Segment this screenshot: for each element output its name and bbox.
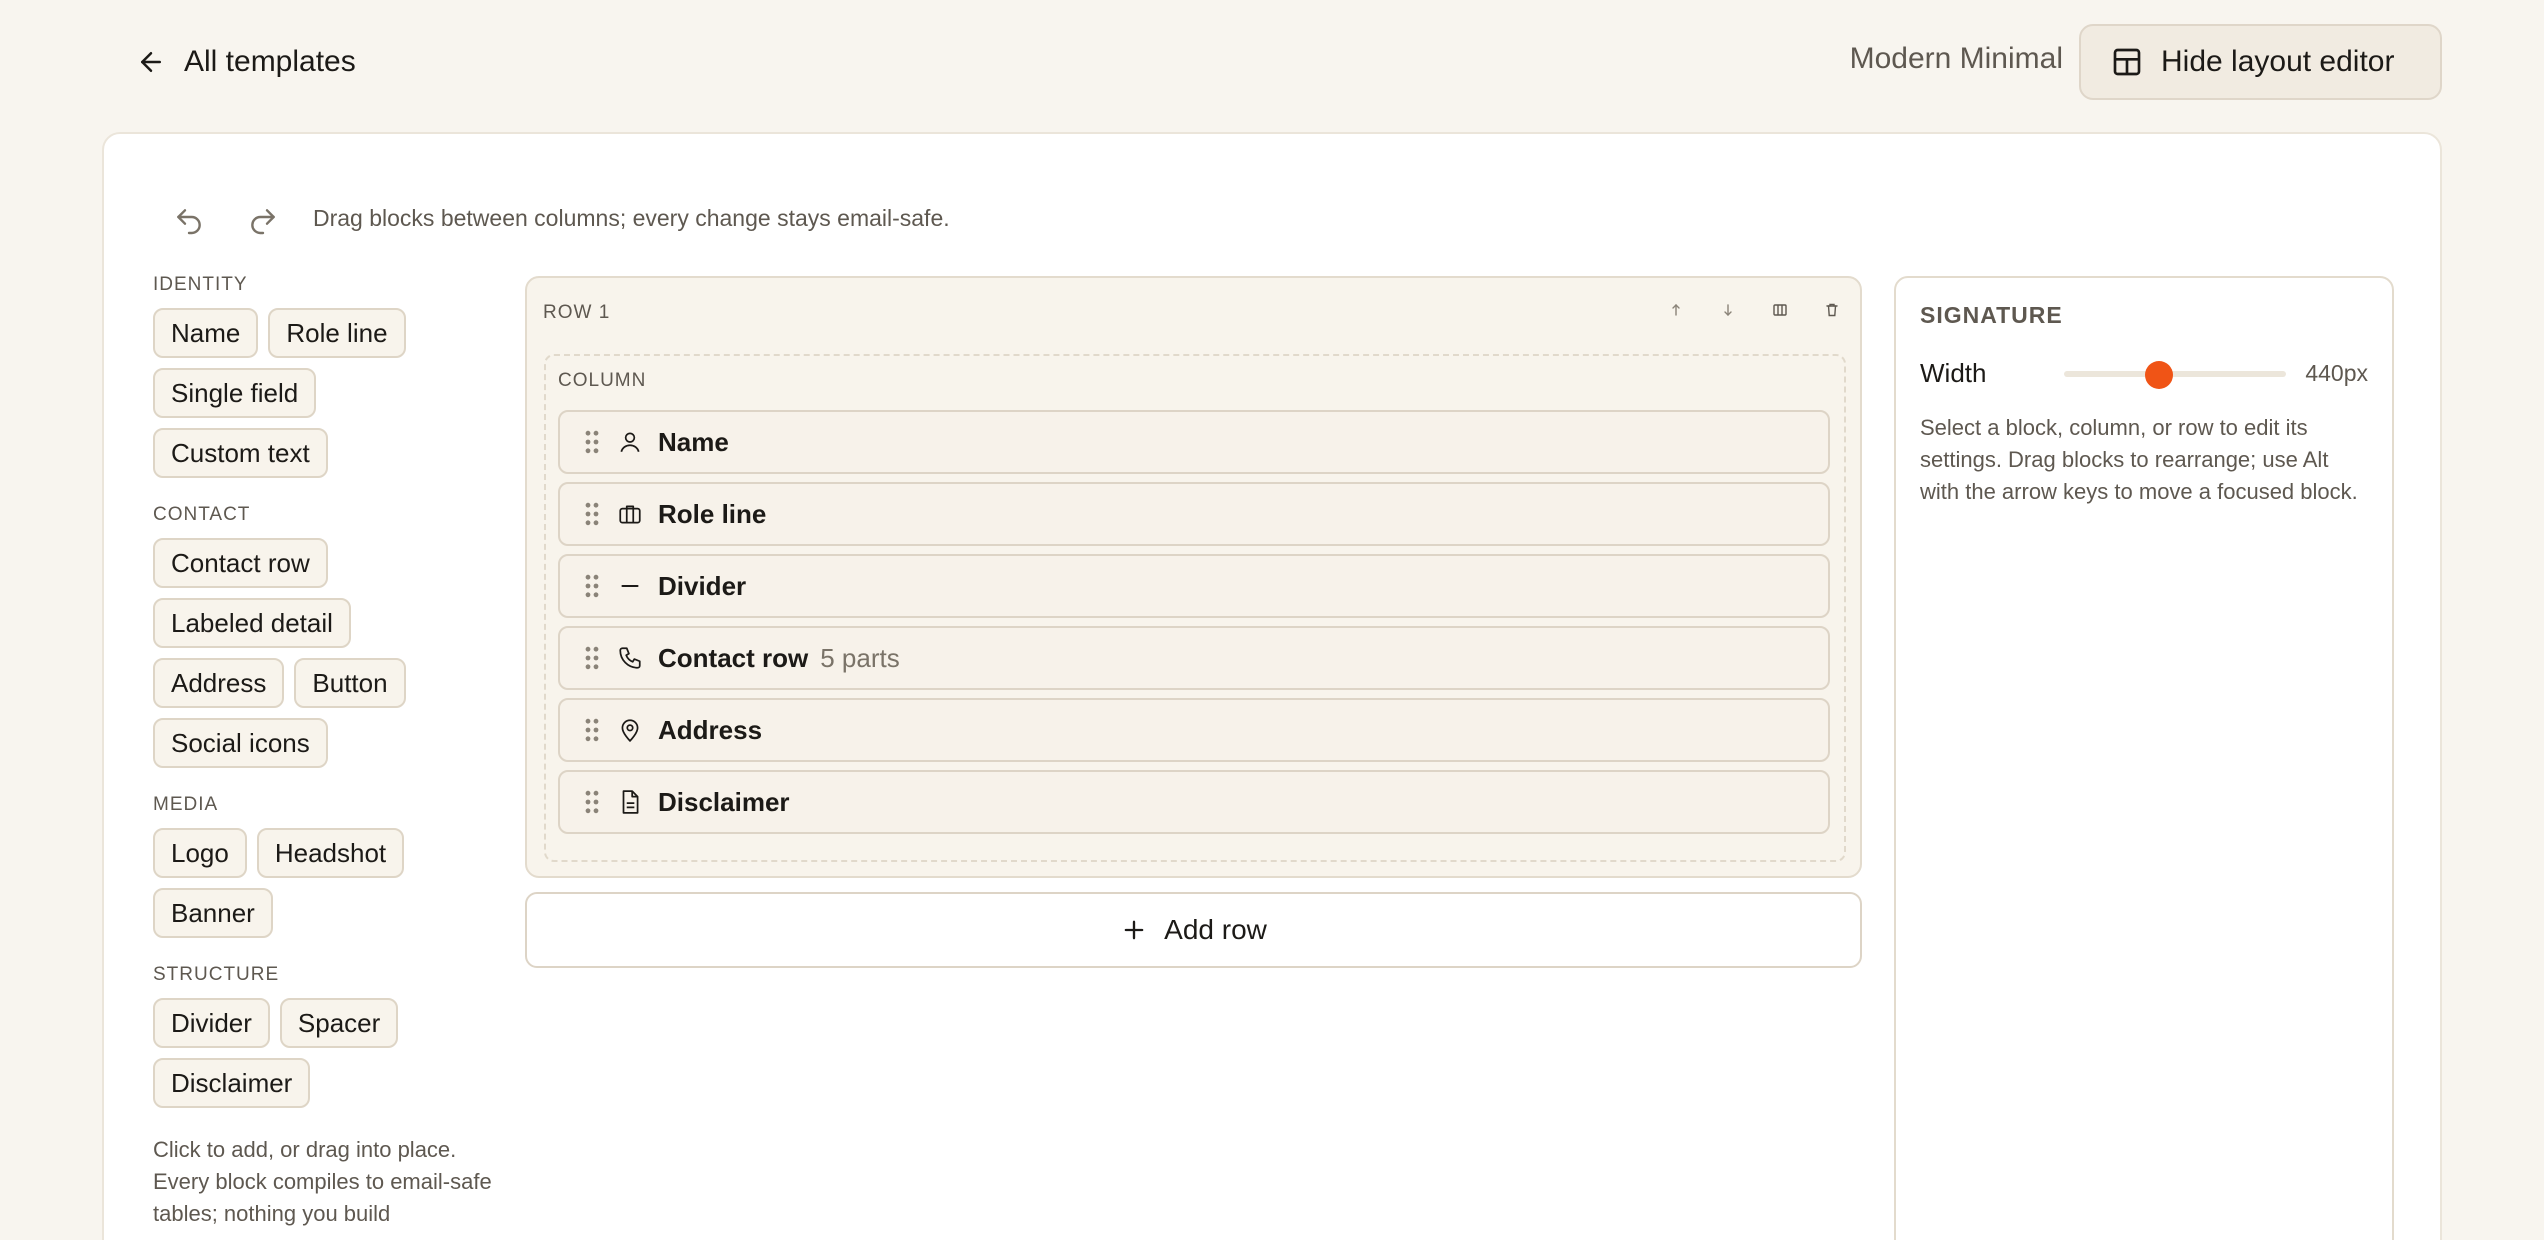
width-label: Width bbox=[1920, 358, 1987, 388]
width-value: 440px bbox=[2305, 360, 2368, 386]
settings-panel: SIGNATURE Width 440px Select a block, co… bbox=[1894, 276, 2394, 1240]
settings-help-text: Select a block, column, or row to edit i… bbox=[1920, 415, 2358, 504]
grip-icon bbox=[585, 718, 599, 742]
block-label: Contact row bbox=[658, 642, 809, 673]
grip-icon bbox=[585, 790, 599, 814]
palette-chip-spacer[interactable]: Spacer bbox=[279, 998, 399, 1048]
block-label: Role line bbox=[658, 498, 767, 529]
briefcase-icon bbox=[619, 505, 641, 524]
arrow-left-icon bbox=[141, 52, 161, 72]
template-name: Modern Minimal bbox=[1849, 42, 2063, 75]
palette-chip-social-icons[interactable]: Social icons bbox=[153, 718, 328, 768]
palette-chip-contact-row[interactable]: Contact row bbox=[153, 538, 328, 588]
document-icon bbox=[622, 790, 639, 814]
divider-icon bbox=[621, 585, 639, 587]
drag-handle[interactable] bbox=[580, 787, 604, 817]
plus-icon bbox=[1124, 920, 1144, 940]
drag-handle[interactable] bbox=[580, 571, 604, 601]
column-title: COLUMN bbox=[558, 370, 647, 391]
width-slider[interactable] bbox=[2064, 361, 2286, 389]
redo-icon bbox=[251, 209, 275, 235]
hide-layout-editor-button[interactable]: Hide layout editor bbox=[2079, 24, 2442, 100]
block-contact-row[interactable]: Contact row 5 parts bbox=[558, 626, 1830, 690]
palette-group-structure: Divider Spacer Disclaimer bbox=[153, 998, 483, 1108]
palette-chip-role-line[interactable]: Role line bbox=[268, 308, 406, 358]
add-column-button[interactable] bbox=[1770, 300, 1790, 320]
add-row-label: Add row bbox=[1164, 914, 1267, 945]
block-role-line[interactable]: Role line bbox=[558, 482, 1830, 546]
block-label: Divider bbox=[658, 570, 747, 601]
editor-hint: Drag blocks between columns; every chang… bbox=[313, 205, 950, 231]
map-pin-icon bbox=[621, 719, 639, 743]
layout-column[interactable]: COLUMN Name Role line Divider Contact ro… bbox=[544, 354, 1846, 862]
palette-chip-single-field[interactable]: Single field bbox=[153, 368, 317, 418]
palette-group-title: CONTACT bbox=[153, 504, 251, 525]
drag-handle[interactable] bbox=[580, 643, 604, 673]
width-slider-track bbox=[2064, 371, 2286, 377]
arrow-up-icon bbox=[1672, 304, 1680, 316]
back-to-templates-link[interactable]: All templates bbox=[136, 38, 356, 86]
palette-chip-headshot[interactable]: Headshot bbox=[256, 828, 405, 878]
drag-handle[interactable] bbox=[580, 715, 604, 745]
grip-icon bbox=[585, 646, 599, 670]
add-row-button[interactable]: Add row bbox=[525, 892, 1862, 968]
back-link-label: All templates bbox=[184, 45, 356, 78]
block-name[interactable]: Name bbox=[558, 410, 1830, 474]
layout-icon bbox=[2113, 48, 2141, 76]
palette-group-identity: Name Role line Single field Custom text bbox=[153, 308, 483, 478]
palette-chip-banner[interactable]: Banner bbox=[153, 888, 273, 938]
row-toolbar bbox=[1666, 300, 1842, 320]
block-disclaimer[interactable]: Disclaimer bbox=[558, 770, 1830, 834]
block-part-count: 5 parts bbox=[820, 642, 900, 673]
palette-group-title: IDENTITY bbox=[153, 274, 248, 295]
palette-note: Click to add, or drag into place. Every … bbox=[153, 1137, 492, 1226]
grip-icon bbox=[585, 574, 599, 598]
block-label: Disclaimer bbox=[658, 786, 790, 817]
block-label: Address bbox=[658, 714, 763, 745]
redo-button[interactable] bbox=[241, 199, 285, 243]
palette-chip-labeled-detail[interactable]: Labeled detail bbox=[153, 598, 351, 648]
layout-row[interactable]: ROW 1 COLUMN Name Role line Divider Cont… bbox=[525, 276, 1862, 878]
move-row-down-button[interactable] bbox=[1718, 300, 1738, 320]
palette-chip-logo[interactable]: Logo bbox=[153, 828, 247, 878]
drag-handle[interactable] bbox=[580, 499, 604, 529]
move-row-up-button[interactable] bbox=[1666, 300, 1686, 320]
undo-icon bbox=[177, 209, 201, 235]
palette-group-media: Logo Headshot Banner bbox=[153, 828, 483, 938]
undo-button[interactable] bbox=[167, 199, 211, 243]
palette-chip-divider[interactable]: Divider bbox=[153, 998, 270, 1048]
top-bar: All templates Modern Minimal Hide layout… bbox=[0, 0, 2544, 124]
row-title: ROW 1 bbox=[543, 302, 611, 323]
block-divider[interactable]: Divider bbox=[558, 554, 1830, 618]
palette-group-title: MEDIA bbox=[153, 794, 219, 815]
layout-editor-card: Drag blocks between columns; every chang… bbox=[102, 132, 2442, 1240]
trash-icon bbox=[1826, 303, 1838, 317]
grip-icon bbox=[585, 502, 599, 526]
arrow-down-icon bbox=[1724, 304, 1732, 316]
delete-row-button[interactable] bbox=[1822, 300, 1842, 320]
drag-handle[interactable] bbox=[580, 427, 604, 457]
palette-chip-name[interactable]: Name bbox=[153, 308, 259, 358]
width-slider-thumb[interactable] bbox=[2145, 361, 2174, 389]
palette-chip-disclaimer[interactable]: Disclaimer bbox=[153, 1058, 311, 1108]
palette-chip-button[interactable]: Button bbox=[294, 658, 406, 708]
hide-layout-editor-label: Hide layout editor bbox=[2161, 45, 2395, 78]
palette-group-title: STRUCTURE bbox=[153, 964, 280, 985]
block-address[interactable]: Address bbox=[558, 698, 1830, 762]
user-icon bbox=[620, 432, 640, 453]
palette-chip-custom-text[interactable]: Custom text bbox=[153, 428, 328, 478]
palette-group-contact: Contact row Labeled detail Address Butto… bbox=[153, 538, 483, 768]
block-palette: IDENTITY Name Role line Single field Cus… bbox=[153, 274, 513, 1230]
block-label: Name bbox=[658, 426, 729, 457]
columns-icon bbox=[1773, 304, 1787, 316]
phone-icon bbox=[619, 647, 641, 669]
settings-title: SIGNATURE bbox=[1920, 302, 2063, 328]
grip-icon bbox=[585, 430, 599, 454]
palette-chip-address[interactable]: Address bbox=[153, 658, 285, 708]
